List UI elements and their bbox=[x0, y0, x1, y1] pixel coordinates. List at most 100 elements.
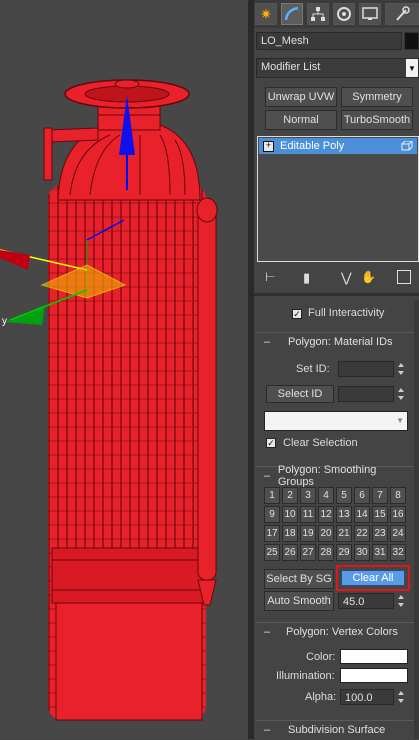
subdivision-surface-header[interactable]: – Subdivision Surface bbox=[256, 721, 414, 739]
hierarchy-icon bbox=[311, 7, 325, 21]
smoothing-groups-header[interactable]: – Polygon: Smoothing Groups bbox=[256, 464, 414, 488]
remove-modifier-icon[interactable]: ✋ bbox=[361, 270, 376, 284]
show-end-result-icon[interactable]: ▮ bbox=[303, 270, 310, 286]
set-id-spinner[interactable] bbox=[396, 361, 407, 377]
vertex-color-swatch[interactable] bbox=[340, 649, 408, 664]
material-ids-header[interactable]: – Polygon: Material IDs bbox=[256, 333, 414, 351]
smoothing-group-button[interactable]: 24 bbox=[390, 525, 406, 542]
symmetry-button[interactable]: Symmetry bbox=[341, 87, 413, 107]
object-name-field[interactable]: LO_Mesh bbox=[256, 32, 402, 50]
smoothing-group-button[interactable]: 12 bbox=[318, 506, 334, 523]
smoothing-group-button[interactable]: 25 bbox=[264, 544, 280, 561]
motion-icon bbox=[337, 7, 351, 21]
smoothing-group-button[interactable]: 19 bbox=[300, 525, 316, 542]
material-ids-title: Polygon: Material IDs bbox=[288, 336, 393, 348]
smoothing-group-button[interactable]: 6 bbox=[354, 487, 370, 504]
modifier-stack[interactable]: + Editable Poly bbox=[257, 136, 419, 262]
turbosmooth-button[interactable]: TurboSmooth bbox=[341, 110, 413, 130]
full-interactivity-checkbox[interactable]: ✓ bbox=[292, 309, 302, 319]
viewport[interactable]: y bbox=[0, 0, 248, 739]
smoothing-group-button[interactable]: 3 bbox=[300, 487, 316, 504]
modify-icon bbox=[284, 6, 299, 21]
smoothing-group-button[interactable]: 8 bbox=[390, 487, 406, 504]
command-panel: ✷ LO_Mesh Modifier List ▼ Unwrap UVW Sym… bbox=[254, 0, 419, 740]
clear-selection-label: Clear Selection bbox=[283, 437, 358, 449]
select-id-spinner[interactable] bbox=[396, 386, 407, 402]
smoothing-group-button[interactable]: 4 bbox=[318, 487, 334, 504]
smoothing-group-button[interactable]: 26 bbox=[282, 544, 298, 561]
panel-scrollbar[interactable] bbox=[414, 300, 419, 739]
collapse-icon[interactable]: – bbox=[260, 336, 274, 348]
highlight-box: Clear All bbox=[336, 565, 410, 591]
modifier-list-dropdown[interactable]: Modifier List ▼ bbox=[256, 58, 419, 78]
collapse-icon[interactable]: – bbox=[260, 626, 274, 638]
auto-smooth-button[interactable]: Auto Smooth bbox=[264, 591, 334, 611]
select-id-input[interactable] bbox=[338, 386, 394, 402]
vertex-colors-header[interactable]: – Polygon: Vertex Colors bbox=[256, 623, 414, 641]
material-name-dropdown[interactable]: ▼ bbox=[264, 411, 408, 431]
smoothing-group-button[interactable]: 20 bbox=[318, 525, 334, 542]
smoothing-group-button[interactable]: 30 bbox=[354, 544, 370, 561]
smoothing-group-button[interactable]: 9 bbox=[264, 506, 280, 523]
motion-tab[interactable] bbox=[333, 3, 355, 25]
utilities-icon bbox=[396, 6, 410, 21]
clear-selection-checkbox[interactable]: ✓ bbox=[266, 438, 276, 448]
smoothing-group-button[interactable]: 2 bbox=[282, 487, 298, 504]
clear-all-button[interactable]: Clear All bbox=[341, 570, 405, 586]
illumination-color-swatch[interactable] bbox=[340, 668, 408, 683]
create-tab[interactable]: ✷ bbox=[255, 3, 277, 25]
smoothing-group-button[interactable]: 22 bbox=[354, 525, 370, 542]
smoothing-group-button[interactable]: 11 bbox=[300, 506, 316, 523]
stack-item-editable-poly[interactable]: + Editable Poly bbox=[259, 138, 417, 154]
subdivision-surface-title: Subdivision Surface bbox=[288, 724, 386, 736]
chevron-down-icon: ▼ bbox=[406, 59, 418, 77]
smoothing-group-button[interactable]: 28 bbox=[318, 544, 334, 561]
smoothing-group-button[interactable]: 5 bbox=[336, 487, 352, 504]
smoothing-group-button[interactable]: 31 bbox=[372, 544, 388, 561]
vertex-colors-rollout: – Polygon: Vertex Colors Color: Illumina… bbox=[256, 622, 414, 713]
smoothing-group-button[interactable]: 18 bbox=[282, 525, 298, 542]
hierarchy-tab[interactable] bbox=[307, 3, 329, 25]
utilities-tab[interactable] bbox=[385, 3, 419, 25]
full-interactivity-row: ✓ Full Interactivity bbox=[256, 298, 414, 322]
expand-icon[interactable]: + bbox=[263, 140, 274, 152]
select-id-button[interactable]: Select ID bbox=[266, 385, 334, 403]
smoothing-group-button[interactable]: 13 bbox=[336, 506, 352, 523]
collapse-icon[interactable]: – bbox=[260, 470, 274, 482]
smoothing-group-button[interactable]: 29 bbox=[336, 544, 352, 561]
collapse-icon[interactable]: – bbox=[260, 724, 274, 736]
unwrap-uvw-button[interactable]: Unwrap UVW bbox=[265, 87, 337, 107]
smoothing-group-button[interactable]: 27 bbox=[300, 544, 316, 561]
set-id-input[interactable] bbox=[338, 361, 394, 377]
display-tab[interactable] bbox=[359, 3, 381, 25]
smoothing-group-button[interactable]: 16 bbox=[390, 506, 406, 523]
smoothing-group-button[interactable]: 15 bbox=[372, 506, 388, 523]
normal-button[interactable]: Normal bbox=[265, 110, 337, 130]
editable-poly-icon bbox=[401, 141, 413, 151]
smoothing-group-button[interactable]: 21 bbox=[336, 525, 352, 542]
smoothing-group-button[interactable]: 1 bbox=[264, 487, 280, 504]
smoothing-group-button[interactable]: 10 bbox=[282, 506, 298, 523]
smoothing-groups-title: Polygon: Smoothing Groups bbox=[277, 464, 377, 488]
stack-toolbar: ⊢ ▮ ⋁ ✋ bbox=[257, 268, 419, 288]
auto-smooth-threshold-input[interactable]: 45.0 bbox=[338, 593, 394, 609]
pin-stack-icon[interactable]: ⊢ bbox=[265, 270, 275, 284]
set-id-label: Set ID: bbox=[296, 363, 330, 375]
select-by-sg-button[interactable]: Select By SG bbox=[264, 569, 334, 589]
make-unique-icon[interactable]: ⋁ bbox=[341, 270, 352, 286]
smoothing-group-button[interactable]: 17 bbox=[264, 525, 280, 542]
smoothing-group-button[interactable]: 14 bbox=[354, 506, 370, 523]
smoothing-group-button[interactable]: 23 bbox=[372, 525, 388, 542]
configure-modifier-sets-icon[interactable] bbox=[397, 270, 411, 284]
vertex-colors-title: Polygon: Vertex Colors bbox=[286, 626, 398, 638]
auto-smooth-spinner[interactable] bbox=[396, 593, 407, 609]
chevron-down-icon: ▼ bbox=[396, 416, 404, 425]
alpha-spinner[interactable] bbox=[396, 689, 407, 705]
smoothing-group-button[interactable]: 32 bbox=[390, 544, 406, 561]
viewport-canvas[interactable]: y bbox=[0, 0, 248, 739]
alpha-input[interactable]: 100.0 bbox=[340, 689, 394, 705]
smoothing-group-button[interactable]: 7 bbox=[372, 487, 388, 504]
object-color-swatch[interactable] bbox=[404, 32, 419, 50]
extinguisher-mesh[interactable] bbox=[43, 79, 218, 721]
modify-tab[interactable] bbox=[281, 3, 303, 25]
